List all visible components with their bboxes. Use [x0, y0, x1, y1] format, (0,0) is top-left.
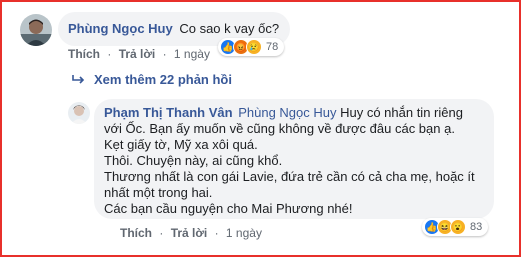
comment-thread: Phùng Ngọc Huy Co sao k vay ốc? 👍 😡 😢 78… [0, 0, 521, 257]
like-link[interactable]: Thích [120, 226, 152, 240]
separator-dot: · [107, 47, 112, 61]
wow-reaction-icon: 😮 [450, 219, 466, 235]
comment-text: Co sao k vay ốc? [179, 21, 280, 36]
more-replies-label[interactable]: Xem thêm 22 phản hồi [94, 72, 232, 87]
reply-arrow-icon [72, 74, 85, 84]
comment-author[interactable]: Phùng Ngọc Huy [68, 21, 173, 36]
comment-line: nhất một trong hai. [104, 185, 213, 200]
sad-reaction-icon: 😢 [246, 39, 262, 55]
reply-link[interactable]: Trả lời [119, 47, 156, 61]
avatar[interactable] [68, 102, 90, 124]
comment-line: với Ốc. Bạn ấy muốn về cũng không về đượ… [104, 121, 455, 136]
comment-bubble: Phạm Thị Thanh Vân Phùng Ngọc Huy Huy có… [94, 99, 494, 219]
mention-tag[interactable]: Phùng Ngọc Huy [238, 105, 336, 120]
comment-line: Thôi. Chuyện này, ai cũng khổ. [104, 153, 283, 168]
avatar[interactable] [20, 14, 52, 46]
comment-actions: Thích · Trả lời · 1 ngày [68, 47, 210, 61]
comment-line: Huy có nhắn tin riêng [336, 105, 463, 120]
reaction-summary[interactable]: 👍 😡 😢 78 [218, 38, 285, 56]
comment-line: Các bạn cầu nguyện cho Mai Phương nhé! [104, 201, 353, 216]
more-replies-link[interactable]: Xem thêm 22 phản hồi [72, 72, 232, 87]
separator-dot: · [159, 226, 164, 240]
timestamp[interactable]: 1 ngày [174, 47, 210, 61]
comment-author[interactable]: Phạm Thị Thanh Vân [104, 105, 233, 120]
comment-line: Kẹt giấy tờ, Mỹ xa xôi quá. [104, 137, 258, 152]
comment-line: Thương nhất là con gái Lavie, đứa trẻ cầ… [104, 169, 475, 184]
separator-dot: · [214, 226, 219, 240]
separator-dot: · [162, 47, 167, 61]
reply-link[interactable]: Trả lời [171, 226, 208, 240]
reaction-count: 78 [266, 41, 279, 53]
comment-actions: Thích · Trả lời · 1 ngày [120, 226, 262, 240]
like-link[interactable]: Thích [68, 47, 100, 61]
reaction-count: 83 [470, 221, 483, 233]
timestamp[interactable]: 1 ngày [226, 226, 262, 240]
reaction-summary[interactable]: 👍 😆 😮 83 [422, 218, 489, 236]
